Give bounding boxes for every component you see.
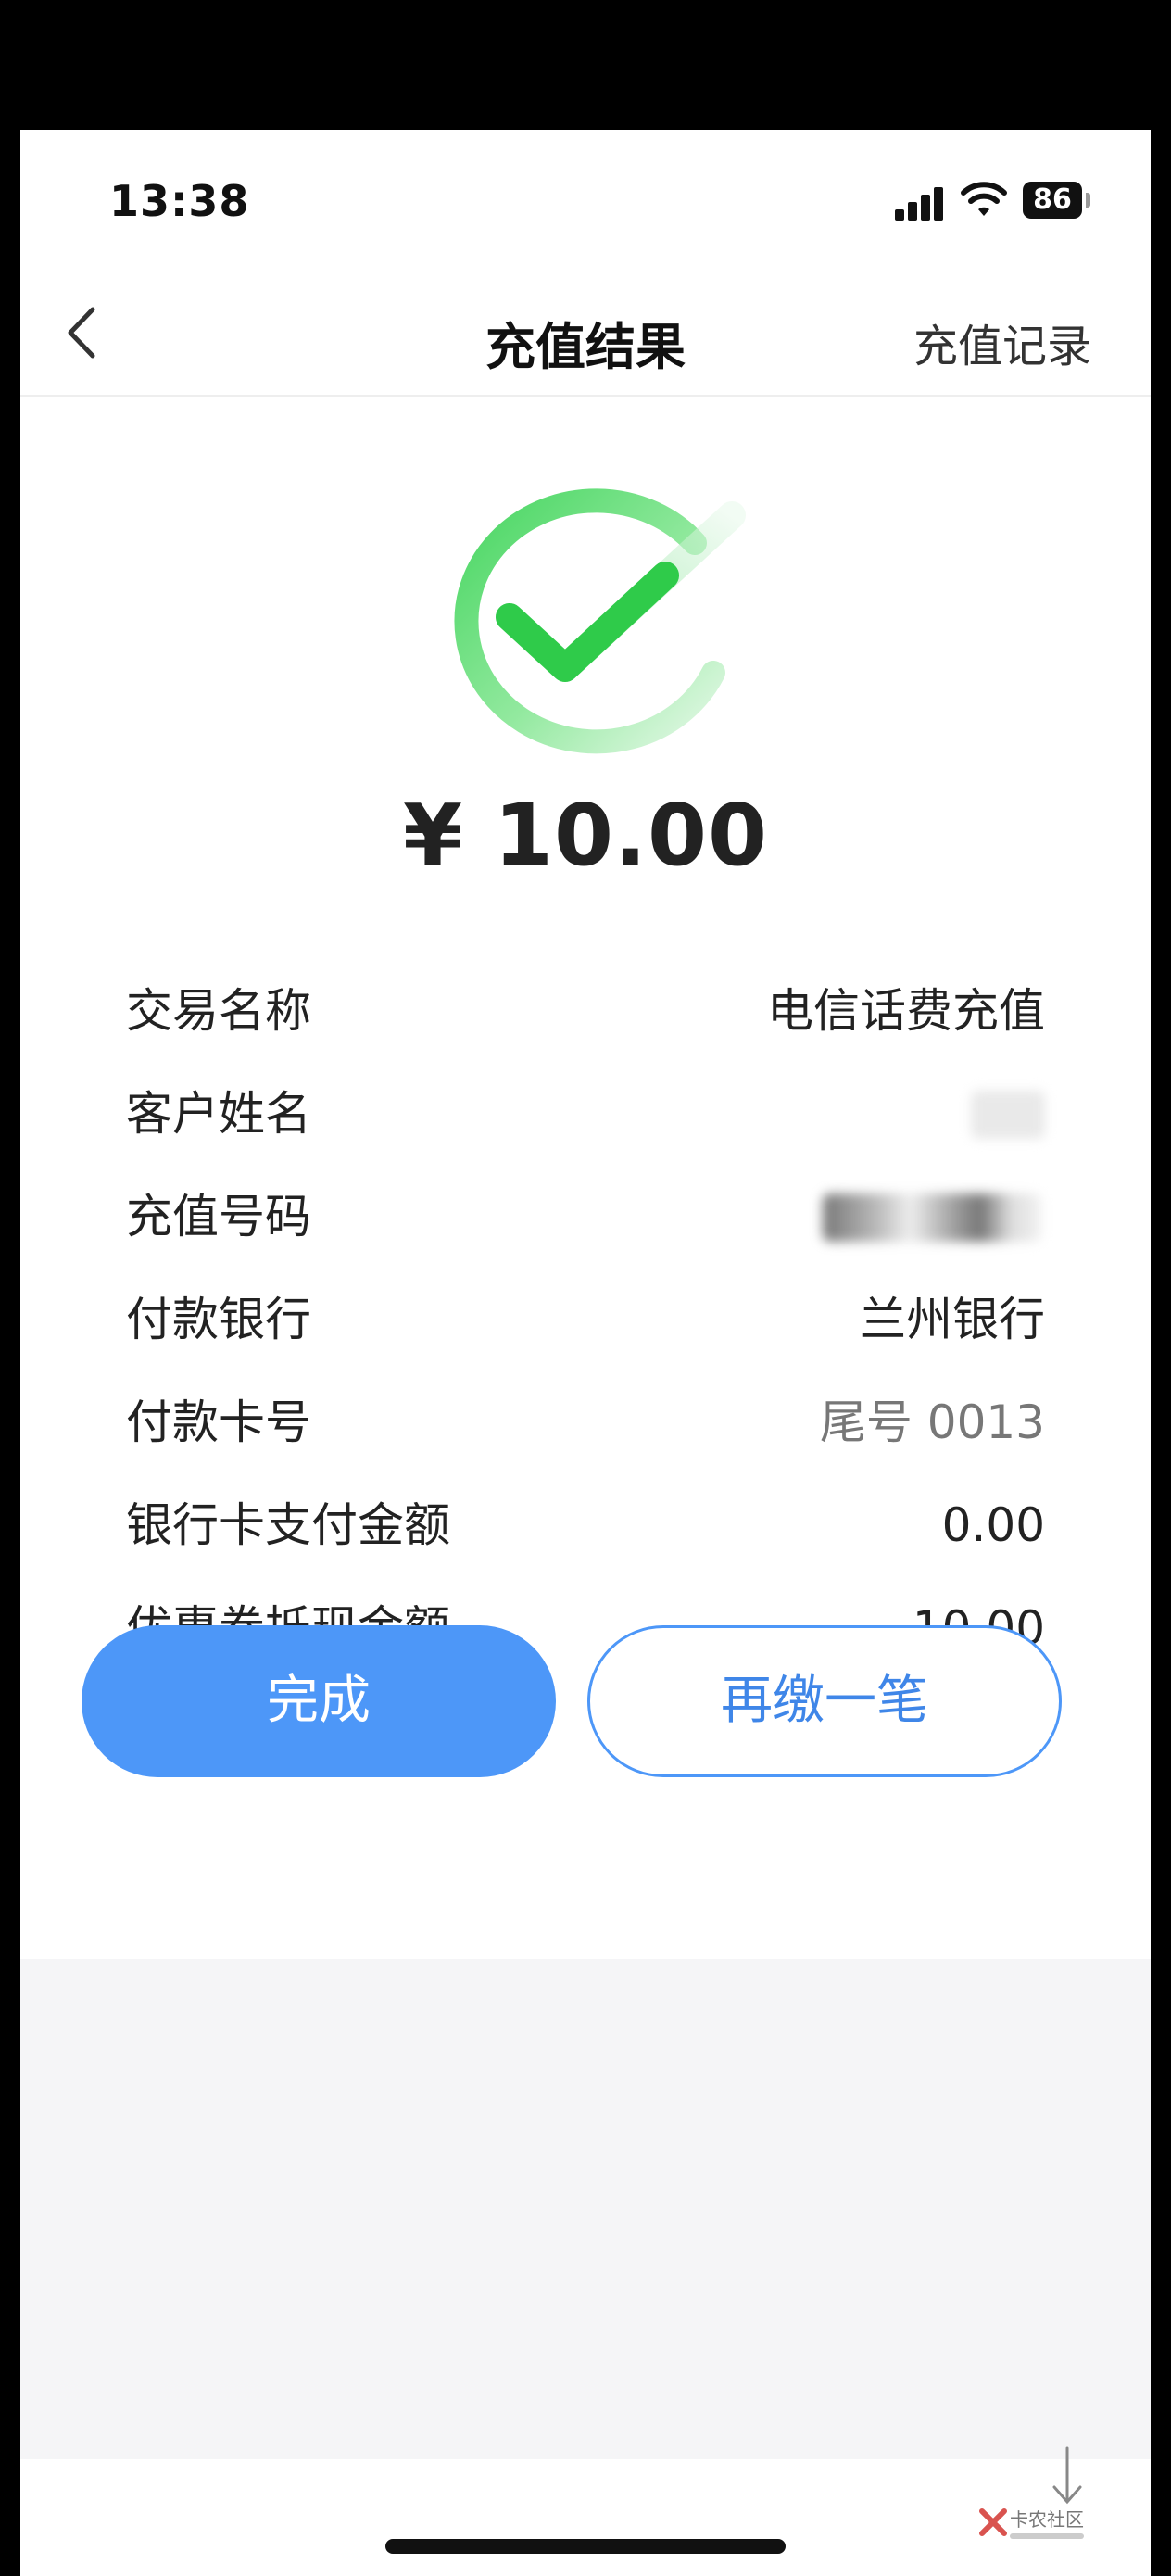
- detail-label: 客户姓名: [126, 1087, 311, 1141]
- detail-label: 付款卡号: [126, 1395, 311, 1449]
- payment-amount: ¥ 10.00: [402, 786, 769, 885]
- detail-value: 电信话费充值: [767, 984, 1045, 1038]
- home-indicator[interactable]: [385, 2539, 786, 2554]
- detail-label: 充值号码: [126, 1190, 311, 1244]
- status-time: 13:38: [109, 176, 250, 226]
- detail-row-bank: 付款银行 兰州银行: [126, 1291, 1045, 1394]
- redacted-phone-number: [823, 1193, 1041, 1242]
- details-list: 交易名称 电信话费充值 客户姓名 充值号码 付款银行 兰州银行 付款卡号 尾号 …: [126, 982, 1045, 1702]
- recharge-history-link[interactable]: 充值记录: [913, 309, 1091, 374]
- detail-row-transaction-name: 交易名称 电信话费充值: [126, 982, 1045, 1085]
- status-bar: 13:38 86: [20, 130, 1151, 269]
- pay-again-button[interactable]: 再缴一笔: [587, 1625, 1062, 1777]
- phone-screen: 13:38 86 充值结果 充值记录 ¥ 10.00 交易名称 电信话费充值 客…: [20, 130, 1151, 2576]
- empty-background: [20, 1959, 1151, 2459]
- download-arrow-icon: [1052, 2446, 1082, 2505]
- cellular-signal-icon: [895, 187, 945, 221]
- svg-text:卡农社区: 卡农社区: [1010, 2508, 1084, 2531]
- battery-icon: 86: [1023, 182, 1082, 219]
- detail-value: 兰州银行: [860, 1293, 1045, 1346]
- success-check-icon: [454, 488, 746, 754]
- detail-label: 交易名称: [126, 984, 311, 1038]
- detail-row-customer-name: 客户姓名: [126, 1085, 1045, 1188]
- detail-row-phone-number: 充值号码: [126, 1188, 1045, 1291]
- watermark-logo: 卡农社区: [979, 2508, 1084, 2539]
- navigation-bar: 充值结果 充值记录: [20, 269, 1151, 397]
- redacted-customer-name: [971, 1091, 1045, 1139]
- detail-row-card-number: 付款卡号 尾号 0013: [126, 1394, 1045, 1496]
- battery-tip: [1086, 193, 1090, 208]
- detail-value: 尾号 0013: [819, 1395, 1045, 1449]
- done-button[interactable]: 完成: [82, 1625, 556, 1777]
- detail-row-card-amount: 银行卡支付金额 0.00: [126, 1496, 1045, 1599]
- detail-label: 付款银行: [126, 1293, 311, 1346]
- detail-label: 银行卡支付金额: [126, 1498, 450, 1552]
- detail-value: 0.00: [941, 1498, 1045, 1552]
- wifi-icon: [961, 182, 1007, 216]
